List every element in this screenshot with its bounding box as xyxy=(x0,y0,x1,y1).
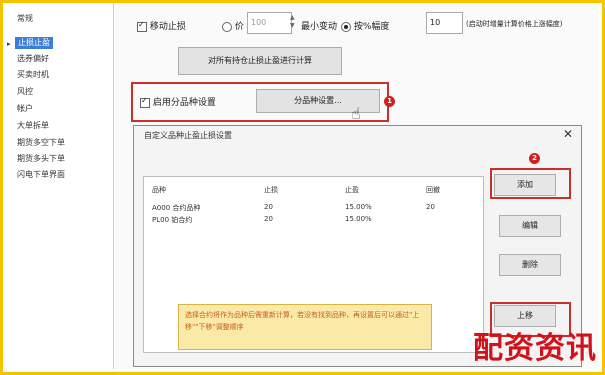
per-symbol-settings-button[interactable]: 分品种设置... xyxy=(256,89,380,113)
per-symbol-label: 启用分品种设置 xyxy=(152,98,216,108)
close-icon[interactable]: ✕ xyxy=(563,127,573,141)
sidebar-item-account[interactable]: 帐户 xyxy=(17,103,33,115)
watermark-text: 配资资讯 xyxy=(473,331,597,366)
table-cell: A000 合约品种 xyxy=(152,204,201,212)
highlight-box-2 xyxy=(490,168,571,199)
table-cell: 15.00% xyxy=(345,215,372,223)
sidebar-item-large-order[interactable]: 大单拆单 xyxy=(17,120,49,132)
sidebar-item-timing[interactable]: 买卖时机 xyxy=(17,69,49,81)
tree-expand-icon[interactable]: ▸ xyxy=(7,40,11,48)
delete-button[interactable]: 删除 xyxy=(499,254,561,276)
sidebar-item-stop-loss[interactable]: 止损止盈 xyxy=(15,37,53,49)
percent-spinner[interactable]: 10 xyxy=(426,12,463,34)
sidebar-item-risk[interactable]: 风控 xyxy=(17,86,33,98)
hint-tooltip: 选择合约将作为品种后需重新计算，若没有找到品种，再设置后可以通过"上移""下移"… xyxy=(178,304,432,350)
price-radio-option[interactable]: 价 xyxy=(222,19,244,32)
spinner-arrows-icon[interactable]: ▲ ▼ xyxy=(290,14,295,30)
table-cell: 20 xyxy=(264,203,273,211)
price-radio-label: 价 xyxy=(234,22,244,32)
per-symbol-option[interactable]: 启用分品种设置 xyxy=(140,95,216,108)
sidebar-item-preferences[interactable]: 选券偏好 xyxy=(17,53,49,65)
dialog-title: 自定义品种止盈止损设置 xyxy=(144,131,232,140)
sidebar-item-lightning[interactable]: 闪电下单界面 xyxy=(17,169,65,181)
tick-unit-label: 最小变动 xyxy=(301,22,338,32)
percent-radio-label: 按%幅度 xyxy=(353,22,390,32)
table-cell: PL00 铂合约 xyxy=(152,216,193,224)
percent-radio[interactable] xyxy=(341,21,351,32)
table-cell: 20 xyxy=(426,203,435,211)
step-marker-2: 2 xyxy=(529,153,540,164)
percent-radio-option[interactable]: 按%幅度 xyxy=(341,19,389,32)
tick-spinner[interactable]: 100 xyxy=(247,12,292,34)
table-cell: 15.00% xyxy=(345,203,372,211)
mouse-cursor-icon: ☝ xyxy=(351,104,361,123)
edit-button[interactable]: 编辑 xyxy=(499,215,561,237)
sidebar-item-futures-ls[interactable]: 期货多空下单 xyxy=(17,137,65,149)
table-header-take-profit: 止盈 xyxy=(345,186,359,194)
trailing-stop-option[interactable]: 移动止损 xyxy=(137,19,186,32)
step-marker-1: 1 xyxy=(384,96,395,107)
sidebar-item-general[interactable]: 常规 xyxy=(17,13,33,25)
recalc-all-button[interactable]: 对所有持仓止损止盈进行计算 xyxy=(178,47,342,75)
trailing-stop-label: 移动止损 xyxy=(149,22,186,32)
settings-sidebar: ▸ 常规 止损止盈 选券偏好 买卖时机 风控 帐户 大单拆单 期货多空下单 期货… xyxy=(3,3,114,369)
table-header-stop-loss: 止损 xyxy=(264,186,278,194)
table-cell: 20 xyxy=(264,215,273,223)
trailing-note: (启动时增量计算价格上涨幅度) xyxy=(466,20,563,28)
table-header-symbol: 品种 xyxy=(152,186,166,194)
per-symbol-checkbox[interactable] xyxy=(140,96,150,108)
trailing-stop-checkbox[interactable] xyxy=(137,20,147,32)
price-radio[interactable] xyxy=(222,21,232,32)
sidebar-item-futures-long[interactable]: 期货多头下单 xyxy=(17,153,65,165)
table-header-drawdown: 回撤 xyxy=(426,186,440,194)
